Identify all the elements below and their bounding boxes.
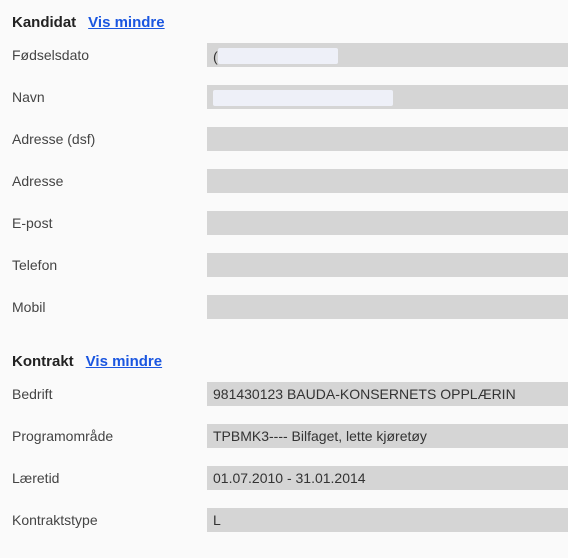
redacted-fodselsdato — [218, 48, 338, 64]
field-adresse[interactable] — [207, 169, 568, 193]
field-mobil[interactable] — [207, 295, 568, 319]
label-telefon: Telefon — [12, 257, 207, 273]
row-programomrade: Programområde TPBMK3---- Bilfaget, lette… — [12, 424, 568, 448]
kontrakt-toggle-link[interactable]: Vis mindre — [86, 353, 162, 370]
row-kontraktstype: Kontraktstype L — [12, 508, 568, 532]
row-bedrift: Bedrift 981430123 BAUDA-KONSERNETS OPPLÆ… — [12, 382, 568, 406]
label-adresse: Adresse — [12, 173, 207, 189]
kontrakt-section-header: Kontrakt Vis mindre — [12, 353, 568, 370]
label-programomrade: Programområde — [12, 428, 207, 444]
kandidat-title: Kandidat — [12, 14, 76, 31]
field-telefon[interactable] — [207, 253, 568, 277]
field-fodselsdato[interactable]: ( — [207, 43, 568, 67]
label-fodselsdato: Fødselsdato — [12, 47, 207, 63]
row-telefon: Telefon — [12, 253, 568, 277]
field-epost[interactable] — [207, 211, 568, 235]
label-bedrift: Bedrift — [12, 386, 207, 402]
row-navn: Navn — [12, 85, 568, 109]
kandidat-toggle-link[interactable]: Vis mindre — [88, 14, 164, 31]
row-mobil: Mobil — [12, 295, 568, 319]
field-laeretid[interactable]: 01.07.2010 - 31.01.2014 — [207, 466, 568, 490]
label-epost: E-post — [12, 215, 207, 231]
row-fodselsdato: Fødselsdato ( — [12, 43, 568, 67]
label-laeretid: Læretid — [12, 470, 207, 486]
kontrakt-title: Kontrakt — [12, 353, 74, 370]
label-kontraktstype: Kontraktstype — [12, 512, 207, 528]
field-kontraktstype[interactable]: L — [207, 508, 568, 532]
label-navn: Navn — [12, 89, 207, 105]
redacted-navn — [213, 90, 393, 106]
field-bedrift[interactable]: 981430123 BAUDA-KONSERNETS OPPLÆRIN — [207, 382, 568, 406]
row-laeretid: Læretid 01.07.2010 - 31.01.2014 — [12, 466, 568, 490]
row-adresse: Adresse — [12, 169, 568, 193]
label-adresse-dsf: Adresse (dsf) — [12, 131, 207, 147]
row-adresse-dsf: Adresse (dsf) — [12, 127, 568, 151]
row-epost: E-post — [12, 211, 568, 235]
field-programomrade[interactable]: TPBMK3---- Bilfaget, lette kjøretøy — [207, 424, 568, 448]
field-navn[interactable] — [207, 85, 568, 109]
label-mobil: Mobil — [12, 299, 207, 315]
kandidat-section-header: Kandidat Vis mindre — [12, 14, 568, 31]
field-adresse-dsf[interactable] — [207, 127, 568, 151]
